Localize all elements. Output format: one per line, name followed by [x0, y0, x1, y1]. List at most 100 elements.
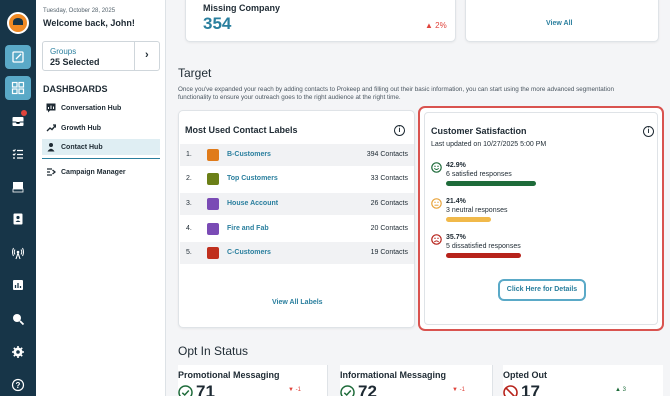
row-number: 1. — [186, 151, 192, 158]
satisfaction-bar — [446, 181, 536, 186]
info-icon[interactable]: i — [643, 126, 654, 137]
row-number: 3. — [186, 200, 192, 207]
optin-card-informational: Informational Messaging 72 ▼ -1 — [340, 365, 493, 396]
nav-label: Campaign Manager — [61, 168, 126, 176]
tasks-icon[interactable] — [5, 142, 31, 166]
row-number: 2. — [186, 175, 192, 182]
svg-text:?: ? — [16, 381, 21, 390]
reports-icon[interactable] — [5, 273, 31, 297]
section-title: Target — [178, 66, 212, 80]
happy-face-icon — [431, 162, 442, 173]
card-title: Promotional Messaging — [178, 370, 280, 380]
dashboard-icon[interactable] — [5, 76, 31, 100]
folder-icon[interactable] — [5, 175, 31, 199]
card-title: Opted Out — [503, 370, 547, 380]
label-name[interactable]: C-Customers — [227, 249, 271, 256]
check-circle-icon — [340, 385, 355, 396]
row-number: 5. — [186, 249, 192, 256]
divider — [42, 158, 160, 159]
chat-stats-icon — [46, 103, 56, 113]
satisfaction-bar — [446, 217, 491, 222]
view-all-link[interactable]: View All — [546, 20, 572, 27]
top-right-card: View All — [465, 0, 659, 42]
check-circle-icon — [178, 385, 193, 396]
search-icon[interactable] — [5, 307, 31, 331]
contact-labels-card: Most Used Contact Labels i 1. B-Customer… — [178, 110, 415, 328]
settings-icon[interactable] — [5, 340, 31, 364]
label-count: 33 Contacts — [370, 175, 408, 182]
missing-company-card: Missing Company 354 ▲ 2% — [185, 0, 456, 42]
metric-change: ▲ 3 — [615, 387, 626, 393]
percent: 21.4% — [446, 198, 466, 205]
metric-change: ▼ -1 — [288, 387, 301, 393]
welcome-message: Welcome back, John! — [43, 18, 135, 28]
label-color-swatch — [207, 247, 219, 259]
notification-dot — [21, 110, 27, 116]
divider — [134, 42, 135, 70]
label-color-swatch — [207, 198, 219, 210]
metric-change: ▼ -1 — [452, 387, 465, 393]
responses: 3 neutral responses — [446, 207, 508, 214]
neutral-face-icon — [431, 198, 442, 209]
responses: 5 dissatisfied responses — [446, 243, 521, 250]
customer-satisfaction-card: Customer Satisfaction i Last updated on … — [418, 106, 664, 331]
groups-value: 25 Selected — [50, 57, 100, 67]
label-count: 19 Contacts — [370, 249, 408, 256]
row-number: 4. — [186, 225, 192, 232]
card-title: Most Used Contact Labels — [185, 125, 298, 135]
label-row[interactable]: 3. House Account 26 Contacts — [180, 193, 414, 215]
dashboards-heading: DASHBOARDS — [43, 84, 108, 94]
card-inner: Customer Satisfaction i Last updated on … — [424, 112, 658, 325]
label-color-swatch — [207, 149, 219, 161]
growth-chart-icon — [46, 124, 56, 132]
campaign-icon — [47, 168, 56, 176]
nav-contact-hub[interactable]: Contact Hub — [42, 139, 160, 155]
card-title: Missing Company — [203, 3, 281, 13]
percent: 42.9% — [446, 162, 466, 169]
label-count: 20 Contacts — [370, 225, 408, 232]
label-row[interactable]: 5. C-Customers 19 Contacts — [180, 242, 414, 264]
groups-label: Groups — [50, 47, 77, 56]
metric-value: 17 — [521, 382, 540, 396]
section-description: Once you've expanded your reach by addin… — [178, 86, 614, 101]
nav-growth-hub[interactable]: Growth Hub — [42, 120, 160, 136]
nav-conversation-hub[interactable]: Conversation Hub — [42, 100, 160, 116]
contact-person-icon — [47, 143, 55, 152]
chevron-right-icon[interactable]: › — [145, 49, 149, 61]
label-color-swatch — [207, 223, 219, 235]
contacts-icon[interactable] — [5, 207, 31, 231]
label-name[interactable]: House Account — [227, 200, 278, 207]
card-title: Customer Satisfaction — [431, 126, 527, 136]
label-color-swatch — [207, 173, 219, 185]
groups-selector[interactable]: Groups 25 Selected › — [42, 41, 160, 71]
label-name[interactable]: Top Customers — [227, 175, 278, 182]
sidebar: Tuesday, October 28, 2025 Welcome back, … — [36, 0, 166, 396]
compose-icon[interactable] — [5, 45, 31, 69]
broadcast-icon[interactable] — [5, 241, 31, 265]
label-row[interactable]: 4. Fire and Fab 20 Contacts — [180, 218, 414, 240]
label-count: 394 Contacts — [366, 151, 408, 158]
logo-icon[interactable] — [7, 12, 29, 34]
metric-value: 354 — [203, 14, 232, 33]
label-row[interactable]: 1. B-Customers 394 Contacts — [180, 144, 414, 166]
last-updated: Last updated on 10/27/2025 5:00 PM — [431, 141, 547, 148]
satisfaction-bar — [446, 253, 521, 258]
card-title: Informational Messaging — [340, 370, 447, 380]
nav-label: Conversation Hub — [61, 104, 122, 112]
help-icon[interactable]: ? — [5, 373, 31, 396]
label-name[interactable]: B-Customers — [227, 151, 271, 158]
nav-label: Contact Hub — [61, 143, 103, 151]
metric-value: 72 — [358, 382, 377, 396]
section-title: Opt In Status — [178, 344, 249, 358]
responses: 6 satisfied responses — [446, 171, 512, 178]
inbox-icon[interactable] — [5, 109, 31, 133]
view-all-labels-link[interactable]: View All Labels — [272, 299, 323, 306]
optin-card-promotional: Promotional Messaging 71 ▼ -1 — [178, 365, 328, 396]
label-name[interactable]: Fire and Fab — [227, 225, 269, 232]
metric-value: 71 — [196, 382, 215, 396]
nav-campaign-manager[interactable]: Campaign Manager — [42, 164, 160, 180]
label-row[interactable]: 2. Top Customers 33 Contacts — [180, 168, 414, 190]
info-icon[interactable]: i — [394, 125, 405, 136]
details-button[interactable]: Click Here for Details — [498, 279, 586, 301]
sad-face-icon — [431, 234, 442, 245]
